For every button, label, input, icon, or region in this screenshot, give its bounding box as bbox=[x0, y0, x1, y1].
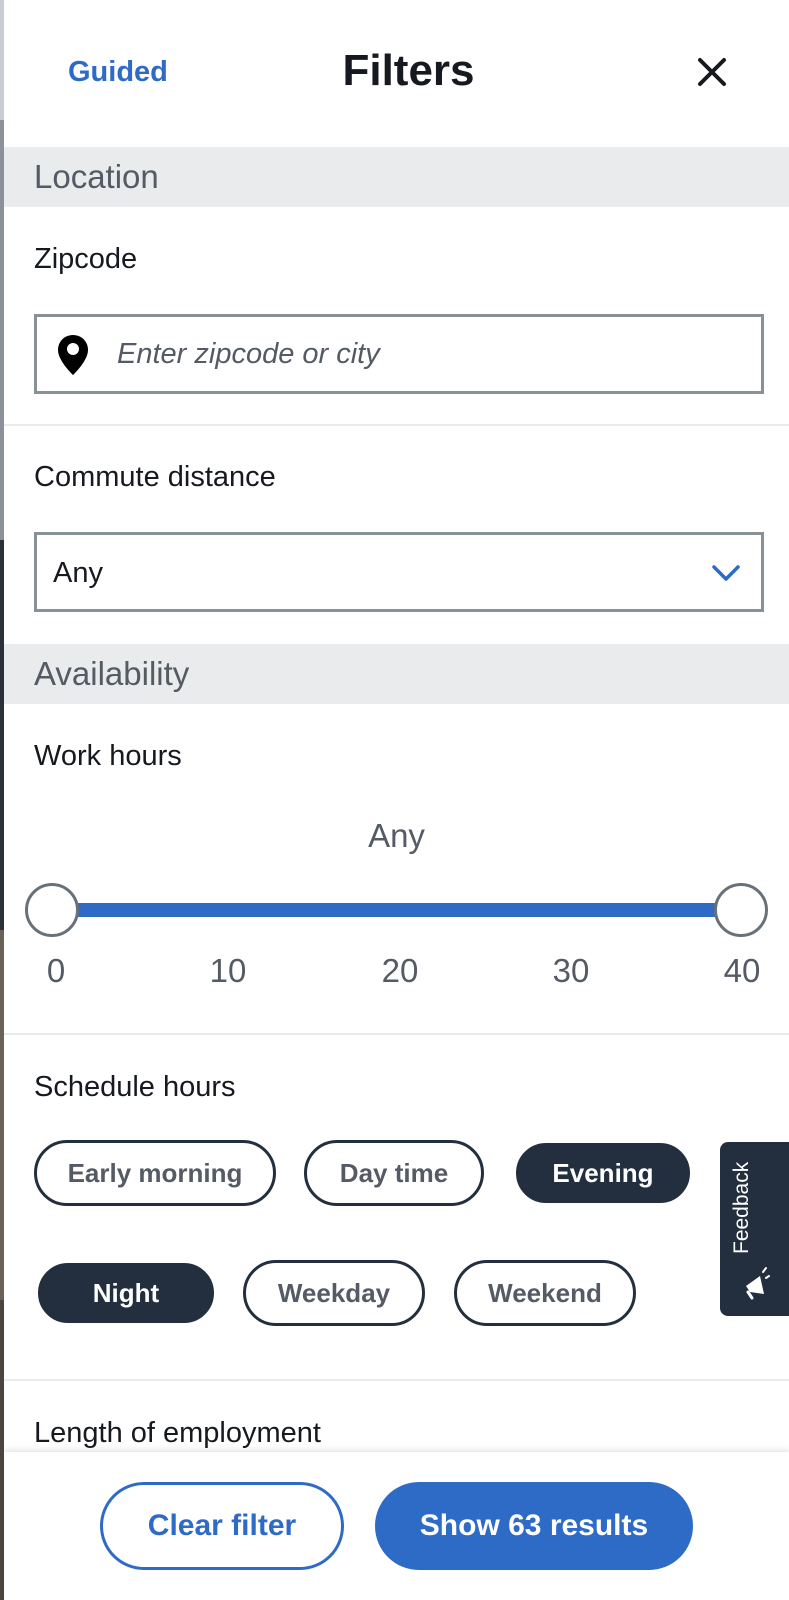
commute-distance-select[interactable]: Any bbox=[34, 532, 764, 612]
schedule-day-time[interactable]: Day time bbox=[304, 1140, 484, 1206]
work-hours-value: Any bbox=[368, 817, 425, 854]
zipcode-field[interactable] bbox=[34, 314, 764, 394]
megaphone-icon bbox=[742, 1266, 770, 1300]
tick-label: 0 bbox=[46, 952, 66, 989]
tick-label: 10 bbox=[209, 952, 247, 989]
clear-filter-button[interactable]: Clear filter bbox=[100, 1482, 344, 1570]
schedule-weekday[interactable]: Weekday bbox=[243, 1260, 425, 1326]
close-icon[interactable] bbox=[692, 52, 732, 92]
schedule-night[interactable]: Night bbox=[38, 1263, 214, 1323]
work-hours-label: Work hours bbox=[34, 740, 182, 772]
feedback-tab[interactable]: Feedback bbox=[720, 1142, 789, 1316]
filters-panel: Guided Filters Location Zipcode Commute … bbox=[4, 0, 789, 1600]
schedule-evening[interactable]: Evening bbox=[516, 1143, 690, 1203]
length-of-employment-label: Length of employment bbox=[34, 1417, 321, 1449]
zipcode-input[interactable] bbox=[117, 317, 747, 391]
footer-bar: Clear filter Show 63 results bbox=[4, 1452, 789, 1600]
section-location: Location bbox=[4, 147, 789, 207]
work-hours-max-handle[interactable] bbox=[714, 883, 768, 937]
schedule-weekend[interactable]: Weekend bbox=[454, 1260, 636, 1326]
schedule-hours-label: Schedule hours bbox=[34, 1071, 236, 1103]
show-results-button[interactable]: Show 63 results bbox=[375, 1482, 693, 1570]
zipcode-label: Zipcode bbox=[34, 243, 138, 275]
divider bbox=[4, 1379, 789, 1381]
divider bbox=[4, 1033, 789, 1035]
feedback-label: Feedback bbox=[730, 1161, 753, 1254]
divider bbox=[4, 424, 789, 426]
commute-distance-value: Any bbox=[53, 557, 103, 589]
work-hours-min-handle[interactable] bbox=[25, 883, 79, 937]
section-availability: Availability bbox=[4, 644, 789, 704]
schedule-early-morning[interactable]: Early morning bbox=[34, 1140, 276, 1206]
map-pin-icon bbox=[55, 333, 91, 377]
page-title: Filters bbox=[342, 46, 475, 95]
work-hours-slider-track[interactable] bbox=[52, 903, 732, 917]
tick-label: 20 bbox=[381, 952, 419, 989]
commute-distance-label: Commute distance bbox=[34, 461, 276, 493]
panel-header: Guided Filters bbox=[4, 0, 789, 148]
chevron-down-icon bbox=[711, 561, 741, 585]
tick-label: 40 bbox=[723, 952, 761, 989]
tick-label: 30 bbox=[552, 952, 590, 989]
